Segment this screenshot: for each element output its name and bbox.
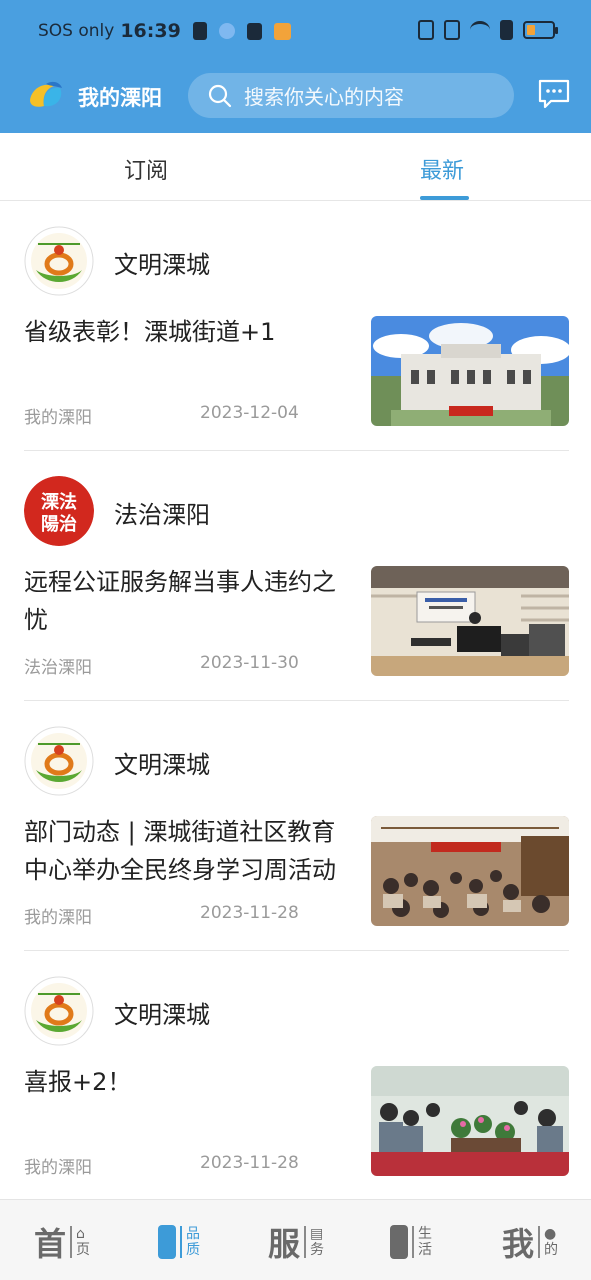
source-name[interactable]: 文明溧城	[114, 245, 210, 280]
nav-mine[interactable]: 我 ● 的	[502, 1220, 558, 1264]
nav-separator	[412, 1226, 414, 1258]
search-bar[interactable]: 搜索你关心的内容	[188, 73, 514, 118]
source-name[interactable]: 文明溧城	[114, 995, 210, 1030]
meta-source: 我的溧阳	[24, 1158, 92, 1178]
tab-active-indicator	[420, 196, 469, 200]
nav-home[interactable]: 首 ⌂ 页	[34, 1220, 90, 1264]
thumbnail-image[interactable]	[371, 1066, 569, 1176]
nav-quality-label: 品 质	[186, 1226, 200, 1258]
nav-home-label: ⌂ 页	[76, 1226, 90, 1258]
message-icon[interactable]	[537, 78, 571, 110]
source-avatar[interactable]	[24, 226, 94, 296]
thumbnail-image[interactable]	[371, 566, 569, 676]
notification-icon	[218, 23, 235, 39]
tab-subscribe[interactable]: 订阅	[124, 153, 168, 185]
app-logo-icon	[30, 81, 62, 107]
source-name[interactable]: 法治溧阳	[114, 495, 210, 530]
headline[interactable]: 远程公证服务解当事人违约之忧	[24, 563, 359, 639]
svg-text:溧法: 溧法	[41, 491, 77, 513]
nav-label-char: 务	[310, 1242, 325, 1258]
nav-service-label: ▤ 务	[310, 1226, 324, 1258]
nav-life[interactable]: 生 活	[390, 1220, 432, 1264]
meta-source: 我的溧阳	[24, 408, 92, 428]
source-avatar[interactable]	[24, 976, 94, 1046]
nav-label-char: 页	[76, 1242, 91, 1258]
service-small-icon: ▤	[310, 1226, 324, 1242]
news-card[interactable]: 文明溧城 喜报+2！ 我的溧阳 2023-11-28	[0, 951, 591, 1201]
carrier-text: SOS only	[38, 21, 115, 41]
nav-separator	[70, 1226, 73, 1258]
civilization-logo-icon	[24, 976, 94, 1046]
meta-date: 2023-12-04	[200, 403, 299, 423]
source-avatar[interactable]: 溧法 陽治	[24, 476, 94, 546]
nav-service-glyph: 服	[268, 1225, 301, 1263]
source-avatar[interactable]	[24, 726, 94, 796]
headline[interactable]: 部门动态 | 溧城街道社区教育中心举办全民终身学习周活动	[24, 813, 359, 889]
nav-separator	[538, 1226, 541, 1258]
civilization-logo-icon	[24, 226, 94, 296]
nav-separator	[304, 1226, 307, 1258]
nfc-icon	[418, 20, 434, 40]
svg-text:陽治: 陽治	[41, 513, 77, 535]
battery-icon	[523, 21, 558, 39]
alert-icon	[500, 20, 513, 40]
home-small-icon: ⌂	[76, 1226, 85, 1242]
nav-label-char: 生	[418, 1226, 432, 1242]
news-card[interactable]: 文明溧城 部门动态 | 溧城街道社区教育中心举办全民终身学习周活动 我的溧阳 2…	[0, 701, 591, 951]
app-notification-icon	[273, 22, 291, 40]
status-right	[418, 20, 558, 40]
upload-icon	[246, 22, 262, 40]
header: SOS only 16:39 我的溧阳 搜索你关心的内容	[0, 0, 591, 133]
civilization-logo-icon	[24, 726, 94, 796]
headline[interactable]: 喜报+2！	[24, 1063, 359, 1101]
meta-source: 我的溧阳	[24, 908, 92, 928]
nav-service[interactable]: 服 ▤ 务	[268, 1220, 324, 1264]
nav-label-char: 活	[418, 1242, 432, 1258]
wifi-icon	[470, 21, 490, 39]
status-bar: SOS only 16:39	[0, 0, 591, 66]
clock: 16:39	[120, 20, 181, 42]
search-icon	[208, 84, 232, 107]
nav-label-char: 质	[186, 1242, 200, 1258]
nav-separator	[180, 1226, 182, 1258]
thumbnail-image[interactable]	[371, 816, 569, 926]
meta-date: 2023-11-30	[200, 653, 299, 673]
sim-icon	[192, 22, 207, 40]
nav-label-char: 品	[186, 1226, 200, 1242]
law-seal-icon: 溧法 陽治	[24, 476, 94, 546]
tab-latest[interactable]: 最新	[420, 153, 464, 185]
quality-icon	[158, 1225, 176, 1259]
vibrate-icon	[444, 20, 460, 40]
meta-date: 2023-11-28	[200, 903, 299, 923]
life-icon	[390, 1225, 408, 1259]
user-small-icon: ●	[544, 1226, 557, 1242]
nav-life-label: 生 活	[418, 1226, 432, 1258]
meta-date: 2023-11-28	[200, 1153, 299, 1173]
nav-label-char: 的	[544, 1242, 559, 1258]
nav-home-glyph: 首	[34, 1225, 67, 1263]
status-left: SOS only 16:39	[38, 20, 291, 42]
nav-mine-glyph: 我	[502, 1225, 535, 1263]
nav-quality[interactable]: 品 质	[158, 1220, 200, 1264]
nav-mine-label: ● 的	[544, 1226, 558, 1258]
tab-bar: 订阅 最新	[0, 133, 591, 201]
news-card[interactable]: 文明溧城 省级表彰！溧城街道+1 我的溧阳 2023-12-04	[0, 201, 591, 451]
search-placeholder: 搜索你关心的内容	[244, 85, 404, 109]
headline[interactable]: 省级表彰！溧城街道+1	[24, 313, 359, 351]
app-title: 我的溧阳	[78, 86, 162, 110]
meta-source: 法治溧阳	[24, 658, 92, 678]
news-card[interactable]: 溧法 陽治 法治溧阳 远程公证服务解当事人违约之忧 法治溧阳 2023-11-3…	[0, 451, 591, 701]
thumbnail-image[interactable]	[371, 316, 569, 426]
source-name[interactable]: 文明溧城	[114, 745, 210, 780]
bottom-nav: 首 ⌂ 页 品 质 服 ▤ 务 生 活 我 ● 的	[0, 1199, 591, 1280]
